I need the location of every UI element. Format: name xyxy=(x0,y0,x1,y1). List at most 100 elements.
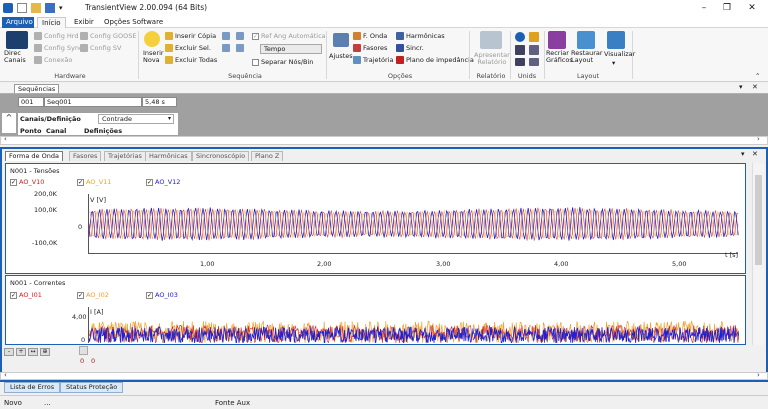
channel-i01[interactable]: ✓ AO_I01 xyxy=(10,291,42,299)
quick-access-dropdown-icon[interactable]: ▾ xyxy=(59,3,73,13)
vertical-scrollbar[interactable] xyxy=(752,163,764,345)
voltage-plot-area[interactable] xyxy=(88,194,738,254)
excluir-todas-button[interactable]: Excluir Todas xyxy=(165,56,217,64)
unit-icon[interactable] xyxy=(529,58,539,66)
tab-exibir[interactable]: Exibir xyxy=(70,17,98,28)
tab-fasores[interactable]: Fasores xyxy=(69,151,101,161)
fit-icon[interactable]: ↔ xyxy=(28,348,38,356)
report-icon xyxy=(480,31,502,49)
grid-icon[interactable] xyxy=(236,44,244,52)
channel-i02[interactable]: ✓ AO_I02 xyxy=(77,291,109,299)
phasor-icon xyxy=(353,44,361,52)
config-hrd-button[interactable]: Config Hrd xyxy=(34,32,79,40)
scroll-left-icon[interactable]: ‹ xyxy=(4,371,7,379)
new-file-icon[interactable] xyxy=(17,3,27,13)
grid-icon[interactable] xyxy=(236,32,244,40)
config-sync-button[interactable]: Config Sync xyxy=(34,44,83,52)
check-icon: ✓ xyxy=(77,179,84,186)
canais-select[interactable]: Contrade xyxy=(98,114,174,124)
x-tick: 5,00 xyxy=(672,260,686,268)
close-panel-icon[interactable]: ✕ xyxy=(752,83,758,91)
tab-arquivo[interactable]: Arquivo xyxy=(2,17,34,28)
scroll-right-icon[interactable]: › xyxy=(757,371,760,379)
tab-trajetorias[interactable]: Trajetórias xyxy=(104,151,146,161)
excluir-sel-button[interactable]: Excluir Sel. xyxy=(165,44,211,52)
inserir-nova-button[interactable]: Inserir Nova xyxy=(143,50,164,64)
current-waveform xyxy=(89,307,739,343)
pu-icon[interactable] xyxy=(529,45,539,55)
unit-icon[interactable] xyxy=(515,58,525,66)
restaurar-layout-button[interactable]: Restaurar Layout xyxy=(571,50,603,64)
fasores-button[interactable]: Fasores xyxy=(353,44,387,52)
timeline-toolbar: - + ↔ ⊕ 0 0 xyxy=(4,347,748,367)
current-plot-area[interactable] xyxy=(88,307,738,343)
clock-icon[interactable] xyxy=(515,32,525,42)
direc-canais-button[interactable]: Direc Canais xyxy=(4,50,26,64)
channel-v10[interactable]: ✓ AO_V10 xyxy=(10,178,44,186)
save-icon[interactable] xyxy=(45,3,55,13)
chevron-down-icon[interactable]: ▾ xyxy=(168,115,171,122)
scroll-thumb[interactable] xyxy=(755,175,762,265)
visualizar-button[interactable]: Visualizar xyxy=(604,50,635,58)
maximize-button[interactable]: ❐ xyxy=(720,2,734,14)
waveform-icon xyxy=(353,32,361,40)
config-goose-button[interactable]: Config GOOSE xyxy=(80,32,136,40)
seq-name-field[interactable]: Seq001 xyxy=(44,97,142,107)
scroll-right-icon[interactable]: › xyxy=(757,135,760,143)
conexao-button[interactable]: Conexão xyxy=(34,56,72,64)
tab-opcoes-software[interactable]: Opções Software xyxy=(100,17,167,28)
recriar-graficos-button[interactable]: Recriar Gráficos xyxy=(546,50,573,64)
f-onda-button[interactable]: F. Onda xyxy=(353,32,387,40)
ref-ang-checkbox[interactable]: ✓ Ref Ang Automática xyxy=(252,32,326,40)
plano-impedancia-button[interactable]: Plano de impedância xyxy=(396,56,474,64)
bottom-scrollbar[interactable]: ‹ › xyxy=(0,372,768,380)
minimize-button[interactable]: – xyxy=(697,2,711,14)
dropdown-icon[interactable]: ▾ xyxy=(741,150,745,158)
inserir-copia-button[interactable]: Inserir Cópia xyxy=(165,32,216,40)
open-folder-icon[interactable] xyxy=(31,3,41,13)
config-sv-button[interactable]: Config SV xyxy=(80,44,122,52)
zoom-out-icon[interactable]: - xyxy=(4,348,14,356)
channel-i03[interactable]: ✓ AO_I03 xyxy=(146,291,178,299)
canais-panel: ^ Canais/Definição Contrade ▾ Ponto Cana… xyxy=(0,111,768,136)
trajetoria-button[interactable]: Trajetória xyxy=(353,56,393,64)
harmonicas-button[interactable]: Harmônicas xyxy=(396,32,445,40)
tab-plano-z[interactable]: Plano Z xyxy=(251,151,283,161)
grid-icon[interactable] xyxy=(222,32,230,40)
apresentar-relatorio-button[interactable]: Apresentar Relatório xyxy=(474,52,510,66)
chevron-down-icon[interactable]: ▾ xyxy=(612,59,615,67)
dropdown-icon[interactable]: ▾ xyxy=(739,83,743,91)
tab-status-protecao[interactable]: Status Proteção xyxy=(60,382,123,393)
channel-v11[interactable]: ✓ AO_V11 xyxy=(77,178,111,186)
separar-checkbox[interactable]: Separar Nós/Bin xyxy=(252,58,313,66)
collapse-ribbon-icon[interactable]: ⌃ xyxy=(755,72,760,80)
horizontal-scrollbar[interactable]: ‹ › xyxy=(0,136,768,145)
tempo-select[interactable]: Tempo xyxy=(260,44,322,54)
sine-icon[interactable] xyxy=(529,32,539,42)
y-tick: 200,0K xyxy=(34,190,57,198)
ajustes-button[interactable]: Ajustes xyxy=(329,52,353,60)
sequencias-tab[interactable]: Sequências xyxy=(14,84,59,93)
scroll-left-icon[interactable]: ‹ xyxy=(4,135,7,143)
inserir-nova-icon xyxy=(144,31,160,47)
sincr-button[interactable]: Sincr. xyxy=(396,44,424,52)
grid-icon[interactable] xyxy=(222,44,230,52)
group-relatorio-label: Relatório xyxy=(472,72,510,80)
window-title: TransientView 2.00.094 (64 Bits) xyxy=(85,3,207,12)
ribbon: Direc Canais Config Hrd Config GOOSE Con… xyxy=(0,28,768,82)
timeline-end: 0 xyxy=(91,357,95,365)
impedance-icon xyxy=(396,56,404,64)
close-button[interactable]: ✕ xyxy=(745,2,759,14)
tab-lista-de-erros[interactable]: Lista de Erros xyxy=(4,382,60,393)
tab-sincronoscopio[interactable]: Sincronoscópio xyxy=(192,151,249,161)
cursor-icon[interactable]: ⊕ xyxy=(40,348,50,356)
close-panel-icon[interactable]: ✕ xyxy=(752,150,758,158)
collapse-icon[interactable]: ^ xyxy=(2,113,16,133)
bars-icon[interactable] xyxy=(515,45,525,55)
zoom-in-icon[interactable]: + xyxy=(16,348,26,356)
tab-inicio[interactable]: Início xyxy=(37,17,66,28)
tab-forma-de-onda[interactable]: Forma de Onda xyxy=(5,151,63,161)
timeline-handle[interactable] xyxy=(79,346,88,355)
tab-harmonicas[interactable]: Harmônicas xyxy=(145,151,192,161)
channel-v12[interactable]: ✓ AO_V12 xyxy=(146,178,180,186)
